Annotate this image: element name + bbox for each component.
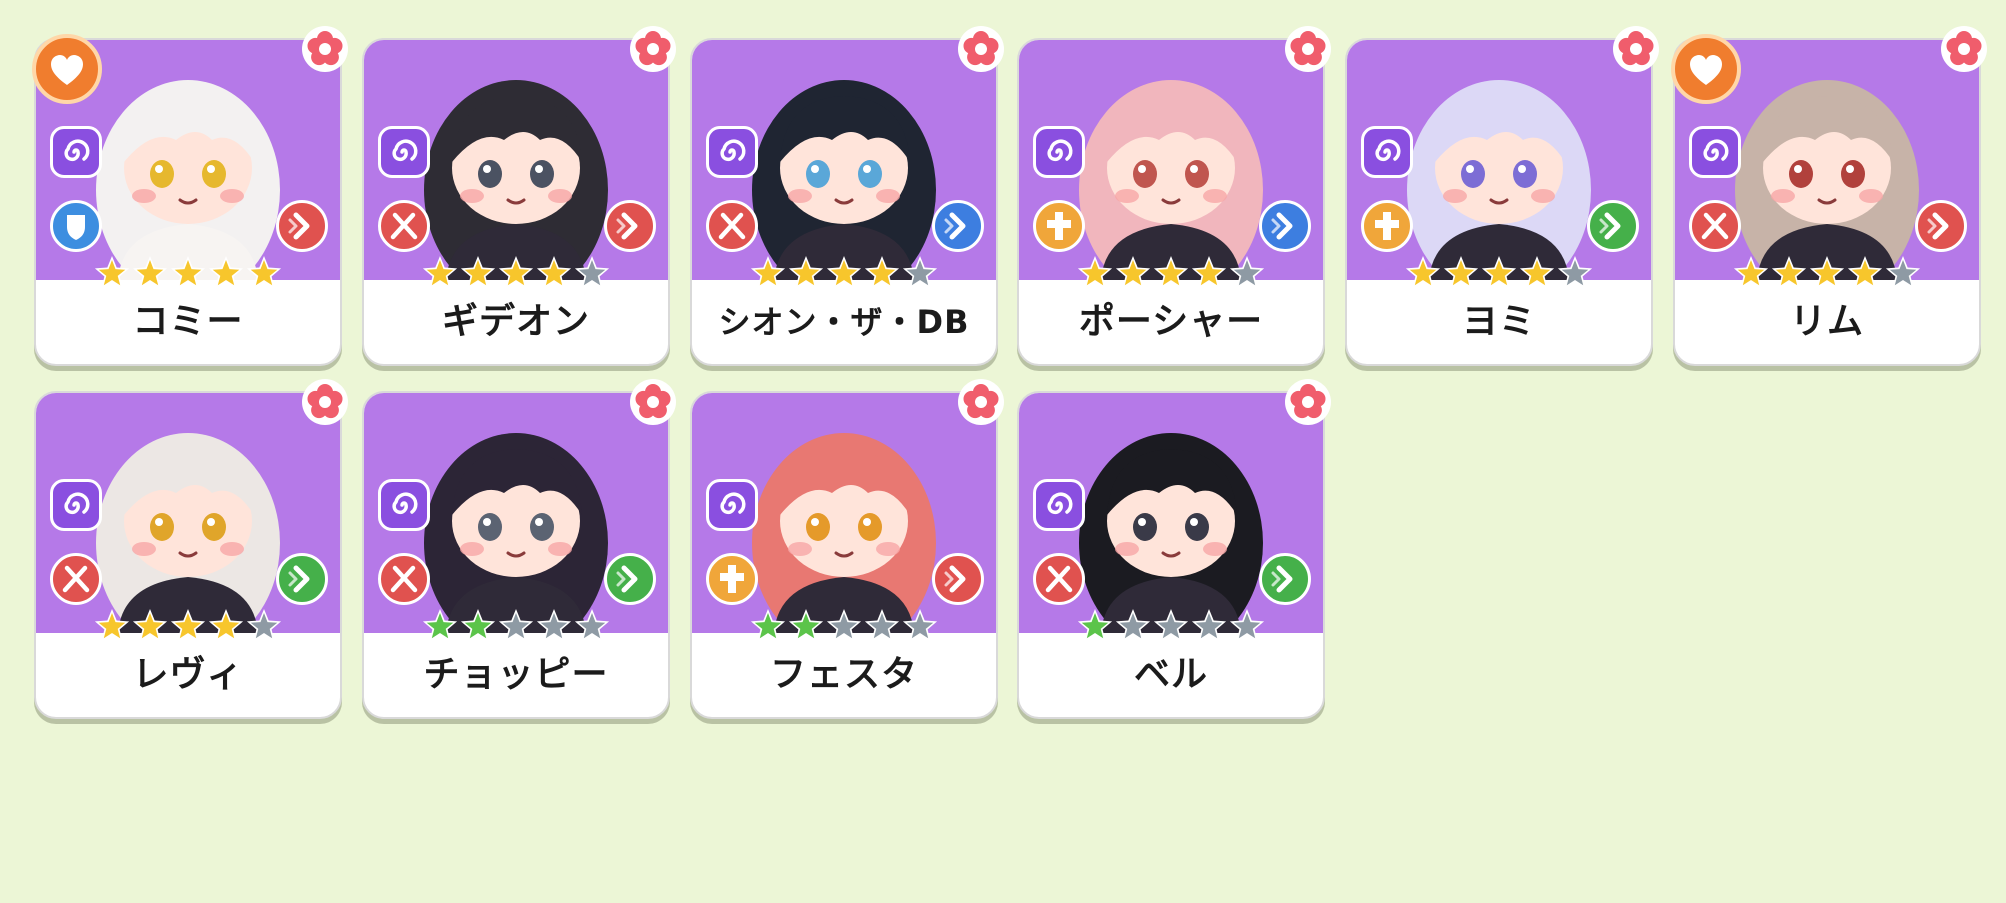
character-name: チョッピー [423,654,609,695]
sword-icon [378,553,430,605]
cross-icon [1033,200,1085,252]
character-name: ヨミ [1461,301,1536,342]
character-portrait [364,393,668,633]
element-spiral-icon [378,479,430,531]
character-portrait [364,40,668,280]
cross-icon [1361,200,1413,252]
flower-icon [302,26,348,72]
attack-type-chevron-icon [932,200,984,252]
character-name: ギデオン [441,301,590,342]
attack-type-chevron-icon [604,200,656,252]
element-spiral-icon [378,126,430,178]
element-spiral-icon [1033,479,1085,531]
card-frame: フェスタ [690,391,998,719]
attack-type-chevron-icon [1915,200,1967,252]
character-name: ベル [1133,654,1208,695]
flower-icon [958,379,1004,425]
flower-icon [958,26,1004,72]
favorite-heart-icon[interactable] [32,34,102,104]
character-card[interactable]: コミー [32,26,348,366]
character-card[interactable]: ポーシャー [1017,26,1331,366]
card-frame: チョッピー [362,391,670,719]
card-frame: ポーシャー [1017,38,1325,366]
shield-icon [50,200,102,252]
attack-type-chevron-icon [932,553,984,605]
element-spiral-icon [1361,126,1413,178]
attack-type-chevron-icon [604,553,656,605]
element-spiral-icon [1033,126,1085,178]
card-frame: ヨミ [1345,38,1653,366]
card-frame: ギデオン [362,38,670,366]
flower-icon [1613,26,1659,72]
character-portrait [1019,393,1323,633]
attack-type-chevron-icon [1587,200,1639,252]
character-name: フェスタ [769,654,918,695]
card-frame: レヴィ [34,391,342,719]
sword-icon [1689,200,1741,252]
attack-type-chevron-icon [1259,200,1311,252]
character-portrait [1347,40,1651,280]
character-name: コミー [132,301,244,342]
flower-icon [1285,379,1331,425]
attack-type-chevron-icon [276,200,328,252]
character-portrait [1019,40,1323,280]
character-card[interactable]: リム [1671,26,1987,366]
character-card[interactable]: シオン・ザ・DB [690,26,1004,366]
sword-icon [706,200,758,252]
character-portrait [36,393,340,633]
sword-icon [378,200,430,252]
character-name: レヴィ [132,654,244,695]
flower-icon [630,26,676,72]
character-card[interactable]: フェスタ [690,379,1004,719]
character-name: リム [1789,301,1864,342]
character-portrait [692,40,996,280]
element-spiral-icon [50,126,102,178]
favorite-heart-icon[interactable] [1671,34,1741,104]
attack-type-chevron-icon [1259,553,1311,605]
card-frame: シオン・ザ・DB [690,38,998,366]
character-card[interactable]: ヨミ [1345,26,1659,366]
element-spiral-icon [706,479,758,531]
character-portrait [692,393,996,633]
character-name: シオン・ザ・DB [718,303,970,341]
attack-type-chevron-icon [276,553,328,605]
character-name: ポーシャー [1078,301,1264,342]
flower-icon [1285,26,1331,72]
sword-icon [1033,553,1085,605]
character-card[interactable]: チョッピー [362,379,676,719]
element-spiral-icon [706,126,758,178]
element-spiral-icon [50,479,102,531]
flower-icon [302,379,348,425]
flower-icon [1941,26,1987,72]
card-frame: ベル [1017,391,1325,719]
character-card[interactable]: ギデオン [362,26,676,366]
flower-icon [630,379,676,425]
sword-icon [50,553,102,605]
cross-icon [706,553,758,605]
character-card[interactable]: レヴィ [34,379,348,719]
character-card[interactable]: ベル [1017,379,1331,719]
element-spiral-icon [1689,126,1741,178]
